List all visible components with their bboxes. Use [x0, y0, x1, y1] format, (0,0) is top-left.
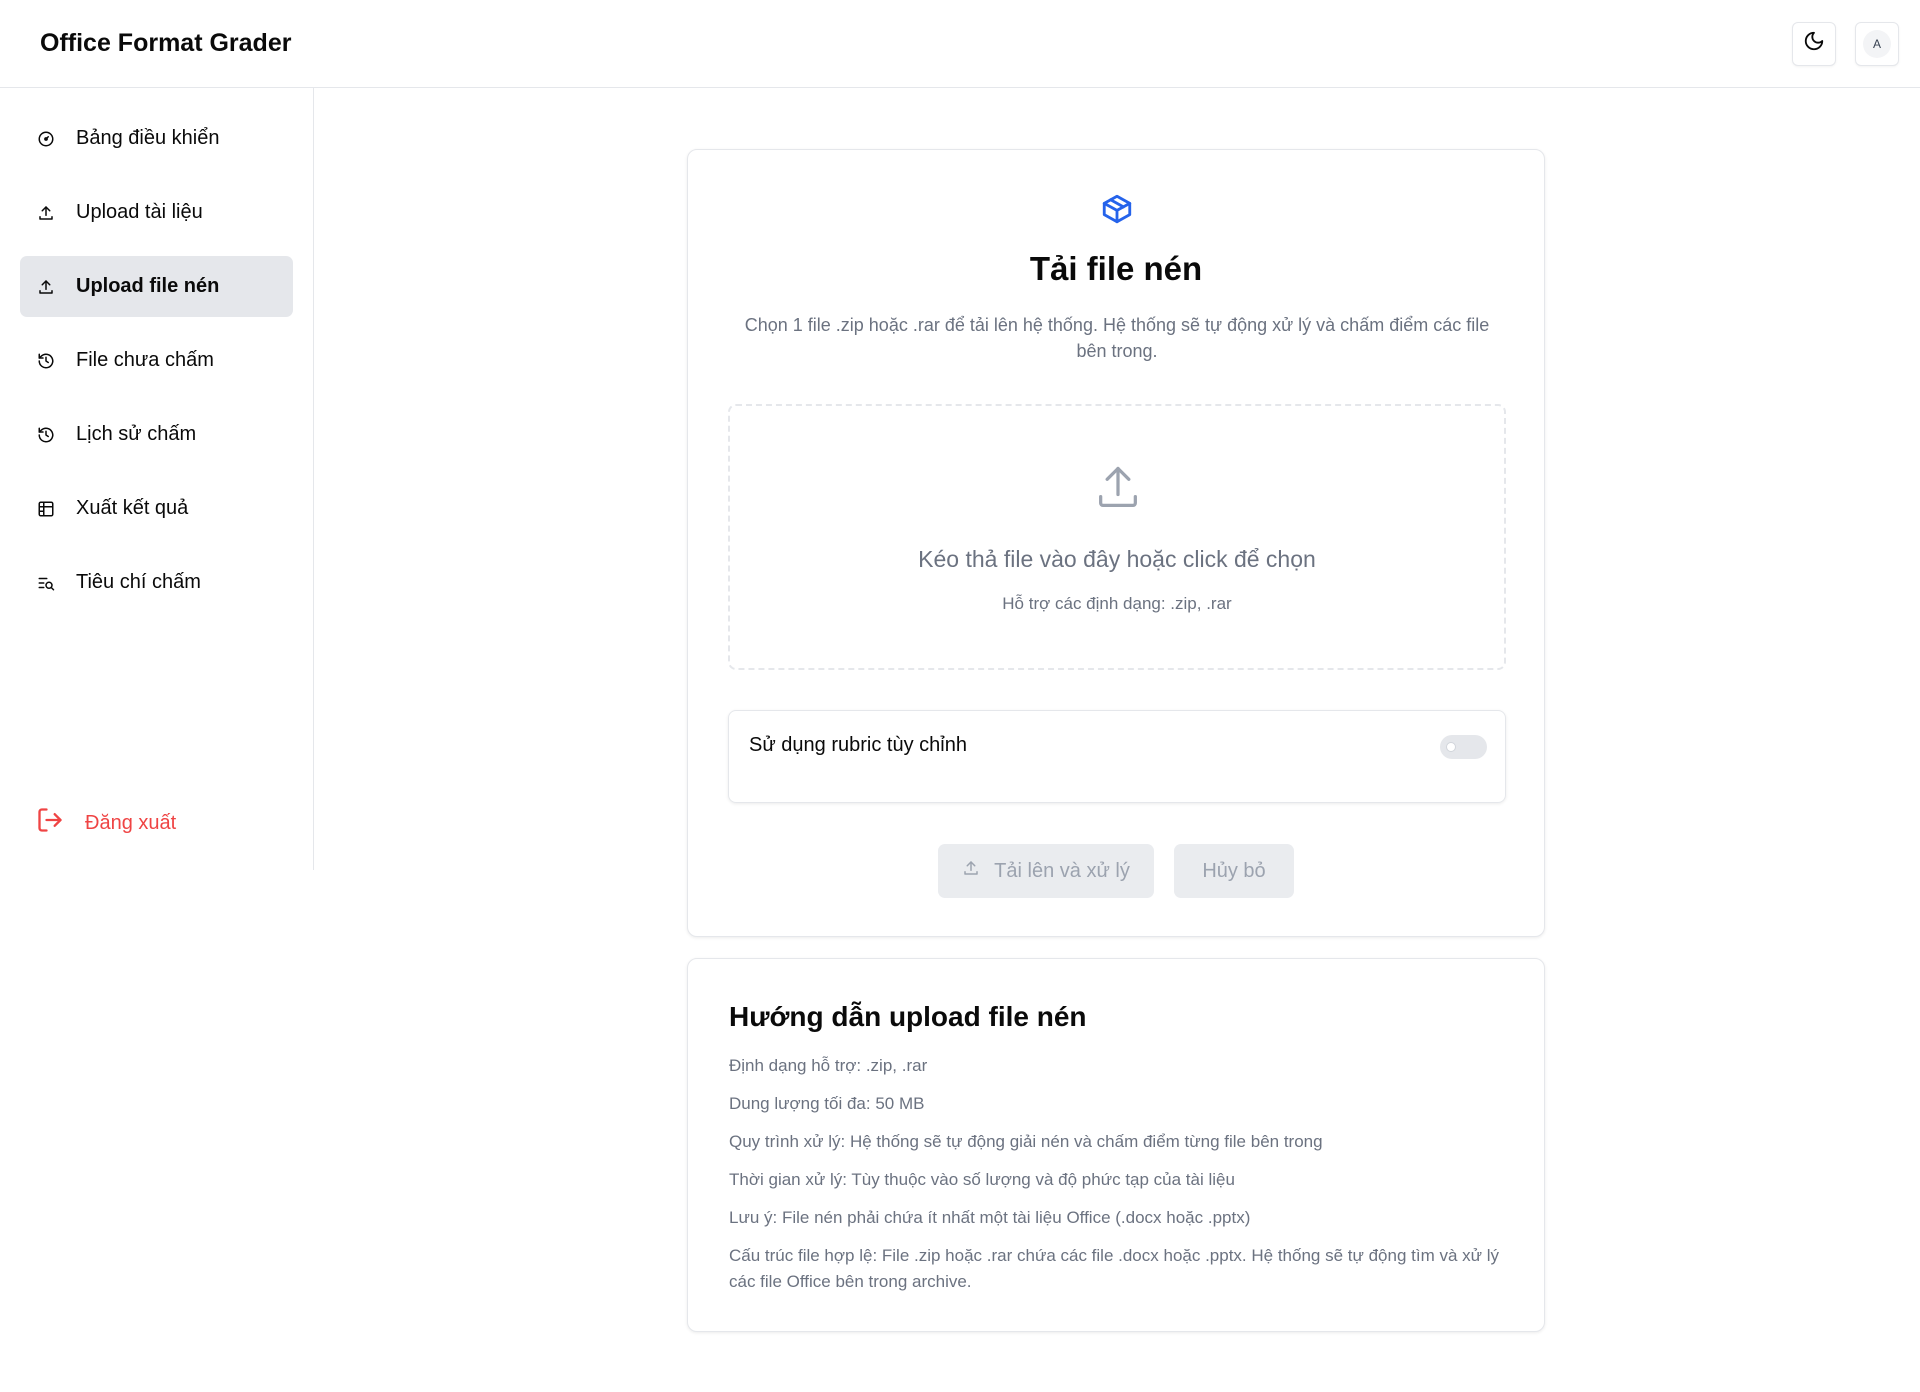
- custom-rubric-panel: Sử dụng rubric tùy chỉnh: [728, 710, 1506, 803]
- upload-icon: [36, 277, 56, 297]
- upload-process-label: Tải lên và xử lý: [994, 859, 1130, 882]
- history-icon: [36, 351, 56, 371]
- table-icon: [36, 499, 56, 519]
- logout-button[interactable]: Đăng xuất: [36, 806, 176, 840]
- custom-rubric-toggle[interactable]: [1440, 735, 1487, 759]
- upload-process-button[interactable]: Tải lên và xử lý: [938, 844, 1154, 898]
- guide-item: Quy trình xử lý: Hệ thống sẽ tự động giả…: [729, 1132, 1323, 1151]
- sidebar-item-label: Lịch sử chấm: [76, 423, 197, 445]
- sidebar-item-label: Upload file nén: [76, 275, 220, 297]
- custom-rubric-label: Sử dụng rubric tùy chỉnh: [749, 734, 967, 756]
- sidebar-item-upload-archive[interactable]: Upload file nén: [20, 256, 293, 317]
- logout-label: Đăng xuất: [85, 811, 177, 834]
- guide-item: Dung lượng tối đa: 50 MB: [729, 1094, 925, 1113]
- upload-description: Chọn 1 file .zip hoặc .rar để tải lên hệ…: [744, 315, 1490, 361]
- upload-archive-card: Tải file nén Chọn 1 file .zip hoặc .rar …: [687, 149, 1545, 937]
- dropzone-subtext: Hỗ trợ các định dạng: .zip, .rar: [1002, 594, 1232, 613]
- avatar: A: [1863, 29, 1891, 58]
- package-icon: [1100, 192, 1134, 231]
- guide-item: Cấu trúc file hợp lệ: File .zip hoặc .ra…: [729, 1246, 1500, 1291]
- sidebar-item-grading-history[interactable]: Lịch sử chấm: [20, 404, 293, 465]
- page-title: Tải file nén: [1029, 250, 1203, 287]
- toggle-knob: [1446, 742, 1456, 752]
- sidebar-item-label: Tiêu chí chấm: [76, 571, 201, 593]
- sidebar: Bảng điều khiển Upload tài liệu Upload f…: [0, 88, 314, 870]
- sidebar-item-upload-document[interactable]: Upload tài liệu: [20, 182, 293, 243]
- sidebar-item-ungraded-files[interactable]: File chưa chấm: [20, 330, 293, 391]
- list-search-icon: [36, 573, 56, 593]
- gauge-icon: [36, 129, 56, 149]
- logout-icon: [36, 806, 64, 840]
- header-actions: A: [1792, 21, 1899, 66]
- guide-title: Hướng dẫn upload file nén: [729, 1001, 1087, 1032]
- sidebar-item-label: Xuất kết quả: [76, 497, 189, 519]
- cancel-button[interactable]: Hủy bỏ: [1174, 844, 1294, 898]
- sidebar-item-label: File chưa chấm: [76, 349, 214, 371]
- sidebar-item-label: Bảng điều khiển: [76, 127, 220, 149]
- history-icon: [36, 425, 56, 445]
- sidebar-item-label: Upload tài liệu: [76, 201, 203, 223]
- upload-icon: [962, 859, 980, 883]
- moon-icon: [1803, 30, 1825, 57]
- sidebar-item-grading-criteria[interactable]: Tiêu chí chấm: [20, 552, 293, 613]
- file-dropzone[interactable]: Kéo thả file vào đây hoặc click để chọn …: [728, 404, 1506, 670]
- app-title: Office Format Grader: [40, 29, 292, 57]
- upload-icon: [36, 203, 56, 223]
- guide-item: Thời gian xử lý: Tùy thuộc vào số lượng …: [729, 1170, 1235, 1189]
- guide-item: Định dạng hỗ trợ: .zip, .rar: [729, 1056, 928, 1075]
- user-menu-button[interactable]: A: [1855, 21, 1899, 66]
- guide-list: Định dạng hỗ trợ: .zip, .rar Dung lượng …: [729, 1053, 1503, 1295]
- guide-item: Lưu ý: File nén phải chứa ít nhất một tà…: [729, 1208, 1251, 1227]
- dropzone-text: Kéo thả file vào đây hoặc click để chọn: [918, 546, 1316, 572]
- theme-toggle-button[interactable]: [1792, 21, 1836, 66]
- app-header: Office Format Grader A: [0, 0, 1920, 88]
- upload-guide-card: Hướng dẫn upload file nén Định dạng hỗ t…: [687, 958, 1545, 1332]
- upload-icon: [1092, 462, 1144, 519]
- sidebar-item-export-results[interactable]: Xuất kết quả: [20, 478, 293, 539]
- sidebar-item-dashboard[interactable]: Bảng điều khiển: [20, 108, 293, 169]
